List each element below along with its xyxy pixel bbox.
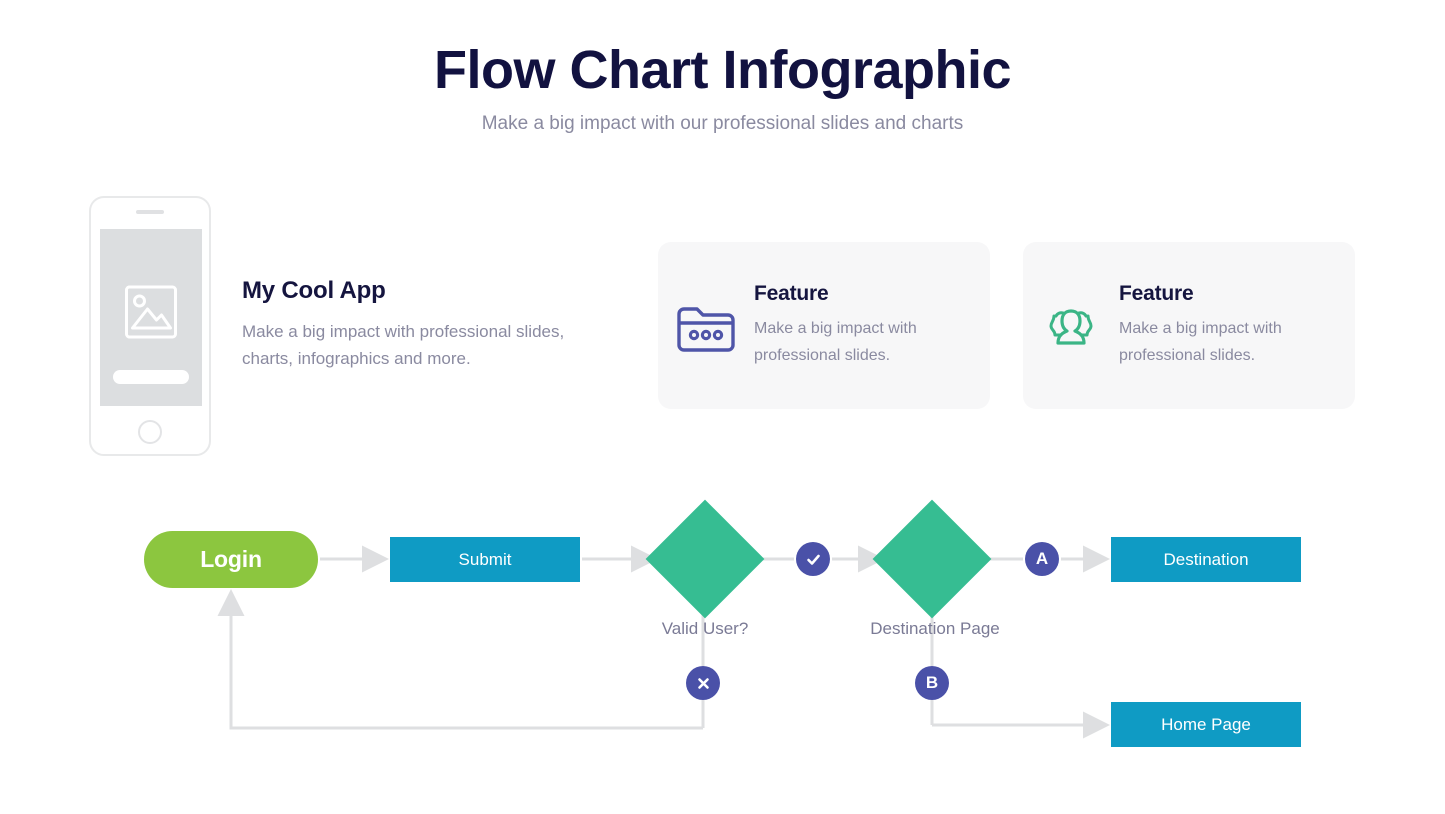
phone-speaker — [136, 210, 164, 214]
flow-node-login[interactable]: Login — [144, 531, 318, 588]
close-icon[interactable] — [686, 666, 720, 700]
feature-card-2[interactable]: Feature Make a big impact with professio… — [1023, 242, 1355, 409]
flow-node-home-page[interactable]: Home Page — [1111, 702, 1301, 747]
app-title: My Cool App — [242, 277, 386, 304]
phone-screen — [100, 229, 202, 406]
feature-card-1-title: Feature — [754, 281, 829, 305]
page-title: Flow Chart Infographic — [434, 40, 1012, 100]
phone-home-button — [138, 420, 162, 444]
phone-mockup — [89, 196, 211, 456]
feature-card-2-text: Feature Make a big impact with professio… — [1119, 282, 1355, 370]
feature-card-1[interactable]: Feature Make a big impact with professio… — [658, 242, 990, 409]
header: Flow Chart Infographic Make a big impact… — [0, 42, 1445, 135]
page-subtitle: Make a big impact with our professional … — [481, 112, 964, 134]
flow-node-destination[interactable]: Destination — [1111, 537, 1301, 582]
flowchart: Login Submit Destination Home Page Valid… — [0, 470, 1445, 790]
flow-decision-destination-page-label: Destination Page — [870, 619, 1000, 638]
feature-card-2-title: Feature — [1119, 281, 1194, 305]
flow-badge-b[interactable]: B — [915, 666, 949, 700]
feature-card-1-text: Feature Make a big impact with professio… — [754, 282, 990, 370]
flow-node-submit[interactable]: Submit — [390, 537, 580, 582]
feature-card-1-body: Make a big impact with professional slid… — [754, 319, 917, 364]
app-intro: My Cool App Make a big impact with profe… — [242, 277, 592, 372]
flow-badge-a[interactable]: A — [1025, 542, 1059, 576]
app-description: Make a big impact with professional slid… — [242, 322, 565, 369]
folder-icon — [658, 296, 754, 356]
infographic-page: Flow Chart Infographic Make a big impact… — [0, 0, 1445, 814]
phone-content-bar — [113, 370, 189, 384]
users-icon — [1023, 296, 1119, 356]
check-icon[interactable] — [796, 542, 830, 576]
image-placeholder-icon — [125, 285, 177, 339]
feature-card-2-body: Make a big impact with professional slid… — [1119, 319, 1282, 364]
